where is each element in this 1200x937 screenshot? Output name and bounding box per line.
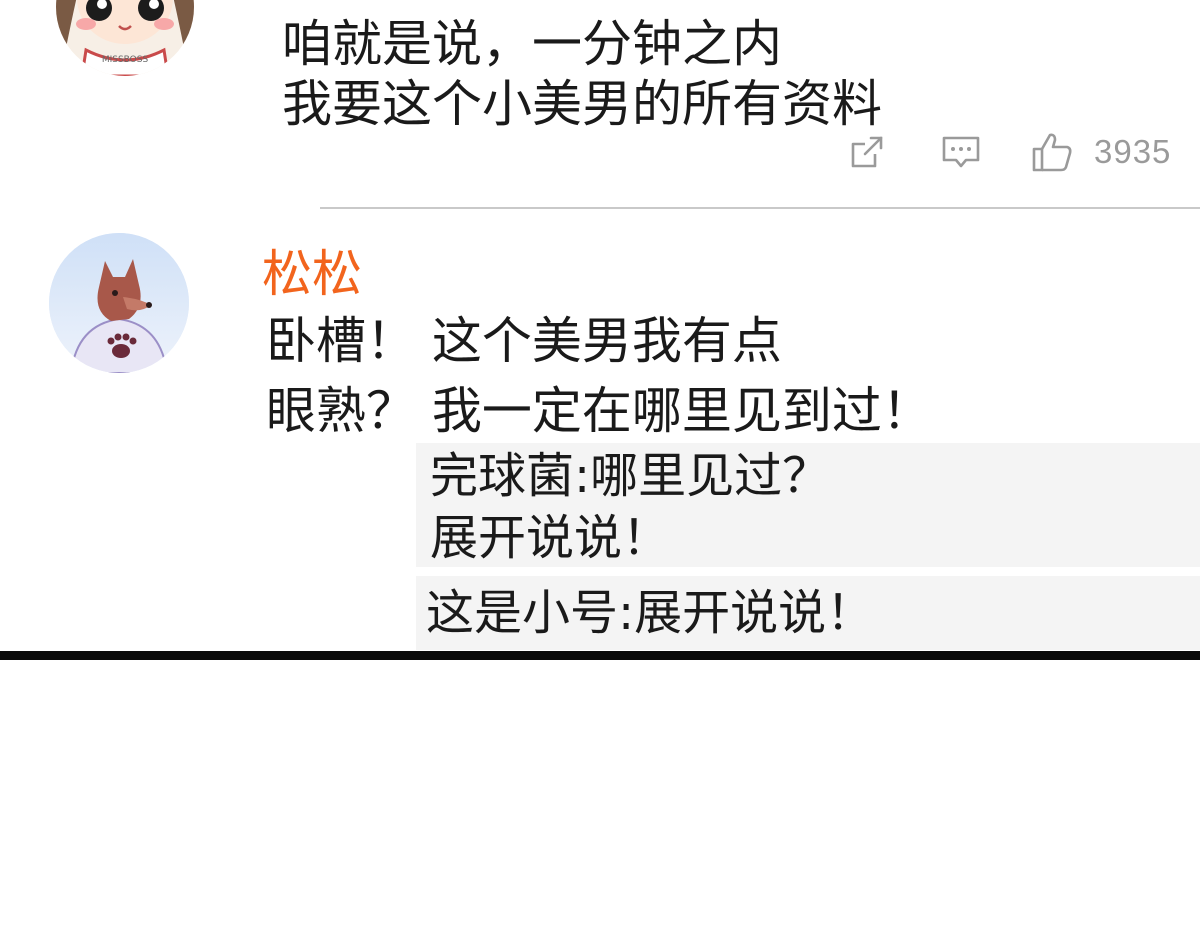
reply-line: 完球菌:哪里见过？ (430, 448, 831, 504)
reply-line: 展开说说！ (430, 510, 671, 566)
comment-text: 卧槽！ 这个美男我有点 眼熟？ 我一定在哪里见到过！ (266, 306, 1026, 446)
comment-icon (942, 136, 980, 168)
like-button[interactable] (1030, 130, 1074, 174)
reply-line: 这是小号:展开说说！ (426, 585, 875, 641)
reply-text: 完球菌:哪里见过？ 展开说说！ (430, 445, 830, 569)
reply-button[interactable] (939, 130, 983, 174)
comment-divider (320, 207, 1200, 209)
username[interactable]: 松松 (262, 242, 362, 306)
share-button[interactable] (845, 130, 889, 174)
comment-text: 咱就是说，一分钟之内 我要这个小美男的所有资料 (282, 14, 982, 134)
like-count: 3935 (1094, 133, 1172, 170)
panel-border (0, 651, 1200, 660)
cartoon-girl-avatar-image: MISSBOSS (56, 0, 194, 76)
comment-line: 卧槽！ 这个美男我有点 (266, 312, 782, 370)
share-icon (851, 136, 883, 168)
reply-item[interactable]: 这是小号:展开说说！ (416, 576, 1200, 650)
user-avatar[interactable] (49, 233, 189, 373)
wolf-character-avatar-image (49, 233, 189, 373)
user-avatar[interactable]: MISSBOSS (56, 0, 194, 76)
comment-line: 咱就是说，一分钟之内 (282, 15, 782, 73)
thumbs-up-icon (1032, 133, 1072, 172)
comment-line: 眼熟？ 我一定在哪里见到过！ (266, 382, 932, 440)
comment-line: 我要这个小美男的所有资料 (282, 75, 882, 133)
reply-item[interactable]: 完球菌:哪里见过？ 展开说说！ (416, 443, 1200, 567)
reply-text: 这是小号:展开说说！ (426, 582, 874, 644)
svg-text:MISSBOSS: MISSBOSS (102, 55, 149, 65)
